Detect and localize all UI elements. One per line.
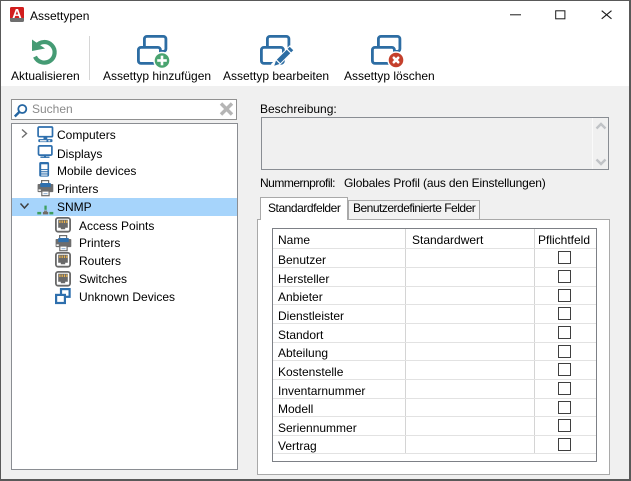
svg-text:A: A [12,7,22,21]
